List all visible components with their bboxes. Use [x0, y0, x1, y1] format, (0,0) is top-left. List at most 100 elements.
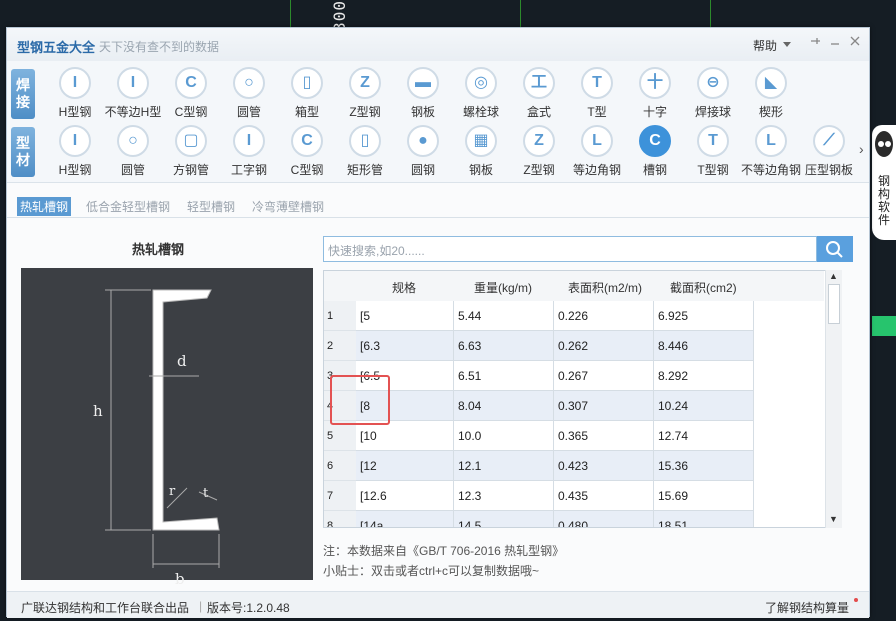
cell-area[interactable]: 0.307 — [554, 391, 654, 421]
cell-section[interactable]: 12.74 — [654, 421, 754, 451]
cell-weight[interactable]: 6.51 — [454, 361, 554, 391]
profile-shape-icon: ▬ — [407, 67, 439, 99]
cell-spec[interactable]: [12 — [356, 451, 454, 481]
profile-shape-icon: 工 — [523, 67, 555, 99]
cell-spec[interactable]: [14a — [356, 511, 454, 527]
tool-0-5[interactable]: Z Z型钢 — [335, 67, 393, 123]
cell-area[interactable]: 0.365 — [554, 421, 654, 451]
cell-spec[interactable]: [12.6 — [356, 481, 454, 511]
table-row[interactable]: 8 [14a 14.5 0.480 18.51 — [324, 511, 824, 527]
cell-weight[interactable]: 14.5 — [454, 511, 554, 527]
cell-section[interactable]: 8.446 — [654, 331, 754, 361]
table-row[interactable]: 6 [12 12.1 0.423 15.36 — [324, 451, 824, 481]
cell-spec[interactable]: [5 — [356, 301, 454, 331]
tool-0-6[interactable]: ▬ 钢板 — [393, 67, 451, 123]
tab-low-alloy-light[interactable]: 低合金轻型槽钢 — [86, 198, 170, 215]
cell-spec[interactable]: [6.3 — [356, 331, 454, 361]
search-button[interactable] — [817, 236, 853, 262]
header-spec[interactable]: 规格 — [392, 279, 416, 296]
help-menu[interactable]: 帮助 — [753, 37, 777, 54]
tool-0-4[interactable]: ▯ 箱型 — [277, 67, 335, 123]
tool-1-1[interactable]: ○ 圆管 — [103, 125, 161, 181]
tool-1-0[interactable]: I H型钢 — [45, 125, 103, 181]
table-row[interactable]: 7 [12.6 12.3 0.435 15.69 — [324, 481, 824, 511]
tool-0-7[interactable]: ◎ 螺栓球 — [451, 67, 509, 123]
row-number: 6 — [324, 451, 356, 481]
cell-area[interactable]: 0.480 — [554, 511, 654, 527]
category-tag-profiles[interactable]: 型材 — [11, 127, 35, 177]
tool-1-4[interactable]: C C型钢 — [277, 125, 335, 181]
minimize-icon[interactable] — [827, 35, 843, 51]
tool-1-13[interactable]: ⟋ 压型钢板 — [799, 125, 857, 181]
header-weight[interactable]: 重量(kg/m) — [474, 279, 532, 296]
cell-weight[interactable]: 12.1 — [454, 451, 554, 481]
tool-0-8[interactable]: 工盒式 — [509, 67, 567, 123]
tool-0-9[interactable]: T T型 — [567, 67, 625, 123]
tool-0-11[interactable]: ⊖ 焊接球 — [683, 67, 741, 123]
learn-more-link[interactable]: 了解钢结构算量 — [765, 599, 849, 616]
cell-spec[interactable]: [10 — [356, 421, 454, 451]
tool-0-12[interactable]: ◣ 楔形 — [741, 67, 799, 123]
pin-icon[interactable] — [807, 35, 823, 51]
cell-weight[interactable]: 5.44 — [454, 301, 554, 331]
tab-cold-formed[interactable]: 冷弯薄壁槽钢 — [252, 198, 324, 215]
tool-0-1[interactable]: I 不等边H型 — [103, 67, 161, 123]
cell-section[interactable]: 10.24 — [654, 391, 754, 421]
cell-section[interactable]: 18.51 — [654, 511, 754, 527]
table-row[interactable]: 5 [10 10.0 0.365 12.74 — [324, 421, 824, 451]
cell-area[interactable]: 0.435 — [554, 481, 654, 511]
cell-area[interactable]: 0.226 — [554, 301, 654, 331]
tool-1-5[interactable]: ▯ 矩形管 — [335, 125, 393, 181]
tool-1-8[interactable]: Z Z型钢 — [509, 125, 567, 181]
table-row[interactable]: 4 [8 8.04 0.307 10.24 — [324, 391, 824, 421]
tool-0-0[interactable]: I H型钢 — [45, 67, 103, 123]
chevron-right-icon[interactable]: › — [859, 141, 864, 157]
mascot-widget[interactable]: 钢构软件 — [872, 125, 896, 240]
table-row[interactable]: 1 [5 5.44 0.226 6.925 — [324, 301, 824, 331]
tool-0-3[interactable]: ○ 圆管 — [219, 67, 277, 123]
scroll-thumb[interactable] — [828, 284, 840, 324]
tool-1-7[interactable]: ▦ 钢板 — [451, 125, 509, 181]
table-row[interactable]: 3 [6.5 6.51 0.267 8.292 — [324, 361, 824, 391]
cell-area[interactable]: 0.423 — [554, 451, 654, 481]
chevron-down-icon[interactable] — [783, 42, 791, 47]
header-section-area[interactable]: 截面积(cm2) — [670, 279, 737, 296]
tool-0-2[interactable]: C C型钢 — [161, 67, 219, 123]
tool-1-3[interactable]: I 工字钢 — [219, 125, 277, 181]
scroll-down-icon[interactable]: ▼ — [829, 514, 838, 524]
table-scrollbar[interactable]: ▲ ▼ — [825, 270, 842, 528]
cell-section[interactable]: 15.69 — [654, 481, 754, 511]
background-line — [710, 0, 711, 27]
tool-1-10[interactable]: C 槽钢 — [625, 125, 683, 181]
profile-shape-icon: 十 — [639, 67, 671, 99]
profile-shape-icon: ▢ — [175, 125, 207, 157]
cell-area[interactable]: 0.267 — [554, 361, 654, 391]
cell-weight[interactable]: 10.0 — [454, 421, 554, 451]
tool-1-2[interactable]: ▢ 方钢管 — [161, 125, 219, 181]
cell-area[interactable]: 0.262 — [554, 331, 654, 361]
tool-1-6[interactable]: ● 圆钢 — [393, 125, 451, 181]
tab-light[interactable]: 轻型槽钢 — [187, 198, 235, 215]
tool-1-9[interactable]: L 等边角钢 — [567, 125, 625, 181]
tool-1-12[interactable]: L 不等边角钢 — [741, 125, 801, 181]
search-field[interactable]: 快速搜索,如20...... — [323, 236, 817, 262]
tool-1-11[interactable]: T T型钢 — [683, 125, 741, 181]
cell-weight[interactable]: 6.63 — [454, 331, 554, 361]
cell-section[interactable]: 8.292 — [654, 361, 754, 391]
table-row[interactable]: 2 [6.3 6.63 0.262 8.446 — [324, 331, 824, 361]
tab-hot-rolled[interactable]: 热轧槽钢 — [17, 197, 72, 216]
category-tag-welded[interactable]: 焊接 — [11, 69, 35, 119]
close-icon[interactable] — [847, 35, 863, 51]
cell-section[interactable]: 6.925 — [654, 301, 754, 331]
cell-section[interactable]: 15.36 — [654, 451, 754, 481]
header-surface-area[interactable]: 表面积(m2/m) — [568, 279, 642, 296]
profile-shape-icon: ▯ — [349, 125, 381, 157]
background-line — [520, 0, 521, 27]
profile-shape-icon: I — [59, 125, 91, 157]
cell-weight[interactable]: 12.3 — [454, 481, 554, 511]
profile-shape-icon: C — [175, 67, 207, 99]
tool-label: 压型钢板 — [804, 163, 853, 177]
cell-weight[interactable]: 8.04 — [454, 391, 554, 421]
scroll-up-icon[interactable]: ▲ — [829, 271, 838, 281]
tool-0-10[interactable]: 十十字 — [625, 67, 683, 123]
